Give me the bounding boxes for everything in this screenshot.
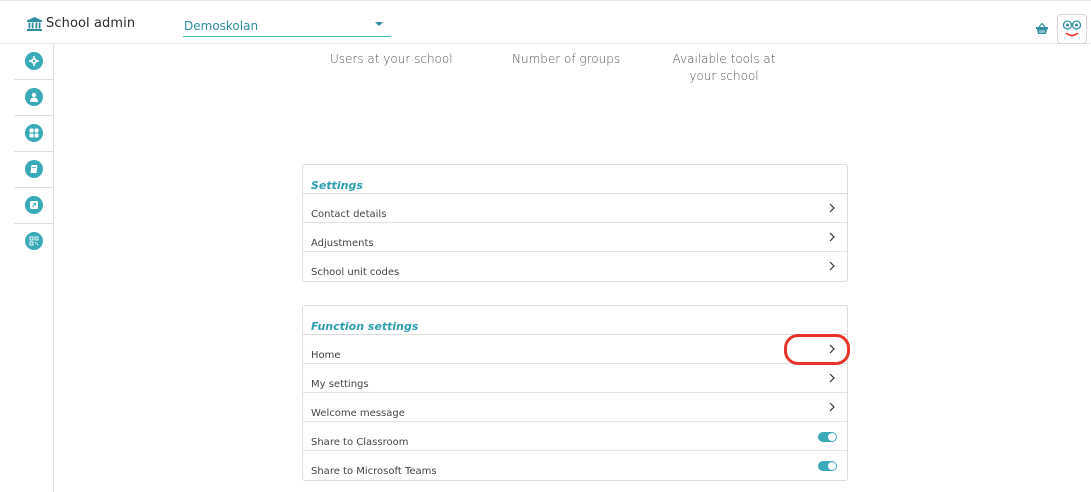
users-stat-label: Users at your school: [330, 52, 453, 66]
sidebar-item-users[interactable]: [14, 80, 54, 116]
school-building-icon: [27, 16, 42, 31]
tools-stat-label-line2: your school: [689, 69, 759, 83]
share-classroom-toggle[interactable]: [818, 432, 837, 442]
row-label: School unit codes: [311, 267, 400, 278]
row-label: Contact details: [311, 209, 387, 220]
sidebar-item-settings[interactable]: [14, 44, 54, 80]
toggle-knob: [828, 433, 836, 441]
chevron-right-icon: [829, 232, 835, 242]
school-select-value: Demoskolan: [184, 19, 259, 33]
book-icon: [25, 160, 43, 178]
function-row-welcome-message[interactable]: Welcome message: [303, 393, 847, 422]
external-link-icon: [25, 196, 43, 214]
share-teams-toggle[interactable]: [818, 461, 837, 471]
row-label: Share to Microsoft Teams: [311, 466, 437, 477]
caret-down-icon: [375, 22, 383, 26]
brand[interactable]: School admin: [27, 16, 135, 31]
tools-stat-label-line1: Available tools at: [672, 52, 776, 66]
chevron-right-icon: [829, 373, 835, 383]
settings-row-school-unit-codes[interactable]: School unit codes: [303, 252, 847, 281]
qr-code-icon: [25, 232, 43, 250]
function-settings-panel: Function settings Home My settings Welco…: [302, 305, 848, 481]
chevron-right-icon: [829, 261, 835, 271]
sidebar-item-apps[interactable]: [14, 116, 54, 152]
groups-stat-label: Number of groups: [512, 52, 621, 66]
tools-stat-label: Available tools at your school: [668, 51, 780, 85]
toggle-knob: [828, 462, 836, 470]
function-row-share-classroom: Share to Classroom: [303, 422, 847, 451]
row-label: Home: [311, 350, 341, 361]
top-bar: School admin Demoskolan: [0, 0, 1091, 44]
settings-row-adjustments[interactable]: Adjustments: [303, 223, 847, 252]
sidebar-item-external[interactable]: [14, 188, 54, 224]
highlight-annotation: [784, 334, 850, 365]
grid-icon: [25, 124, 43, 142]
sidebar-item-library[interactable]: [14, 152, 54, 188]
function-row-home[interactable]: Home: [303, 335, 847, 364]
page-title: School admin: [46, 16, 136, 31]
basket-icon[interactable]: [1036, 19, 1048, 38]
smiley-logo-icon: [1058, 20, 1086, 47]
settings-panel: Settings Contact details Adjustments Sch…: [302, 164, 848, 282]
settings-panel-header: Settings: [303, 165, 847, 194]
function-settings-panel-header: Function settings: [303, 306, 847, 335]
chevron-right-icon: [829, 203, 835, 213]
row-label: Adjustments: [311, 238, 374, 249]
row-label: Welcome message: [311, 408, 405, 419]
settings-panel-title: Settings: [311, 179, 363, 192]
school-select[interactable]: Demoskolan: [183, 15, 391, 37]
settings-row-contact-details[interactable]: Contact details: [303, 194, 847, 223]
function-row-share-teams: Share to Microsoft Teams: [303, 451, 847, 480]
chevron-right-icon: [829, 402, 835, 412]
sidebar: [14, 44, 54, 492]
sidebar-item-qr[interactable]: [14, 224, 54, 260]
row-label: My settings: [311, 379, 369, 390]
row-label: Share to Classroom: [311, 437, 409, 448]
function-settings-panel-title: Function settings: [311, 320, 419, 333]
gear-icon: [25, 52, 43, 70]
user-icon: [25, 88, 43, 106]
app-logo-button[interactable]: [1057, 14, 1087, 44]
function-row-my-settings[interactable]: My settings: [303, 364, 847, 393]
